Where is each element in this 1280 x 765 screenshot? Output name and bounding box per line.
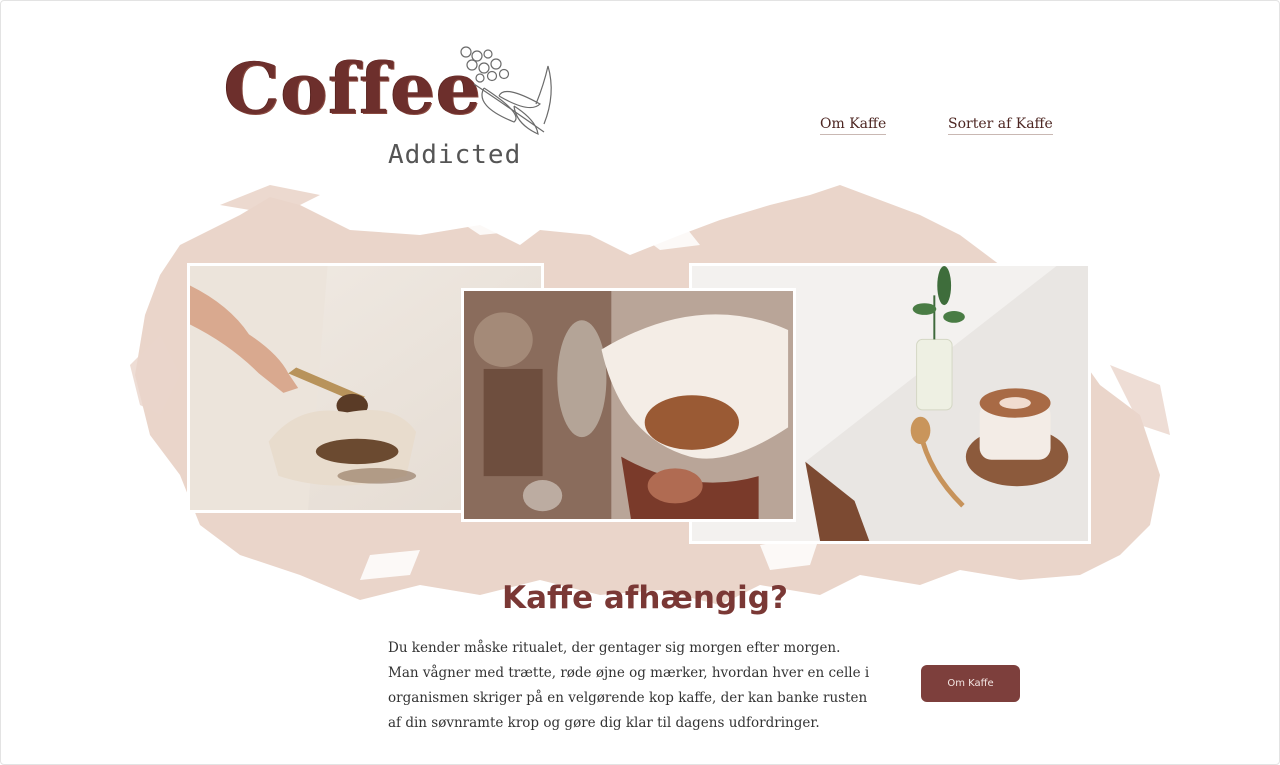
- nav-om-kaffe[interactable]: Om Kaffe: [820, 116, 887, 135]
- intro-paragraph: Du kender måske ritualet, der gentager s…: [388, 636, 878, 736]
- nav-sorter-af-kaffe[interactable]: Sorter af Kaffe: [948, 116, 1053, 135]
- page-title: Kaffe afhængig?: [502, 580, 788, 616]
- paragraph-line: Du kender måske ritualet, der gentager s…: [388, 640, 841, 656]
- pour-over-filter-photo: [461, 288, 796, 522]
- site-logo[interactable]: Coffee Addicted: [216, 44, 566, 174]
- logo-subtitle: Addicted: [388, 140, 522, 170]
- om-kaffe-button[interactable]: Om Kaffe: [921, 665, 1020, 702]
- paragraph-line: organismen skriger på en velgørende kop …: [388, 690, 868, 706]
- paragraph-line: Man vågner med trætte, røde øjne og mærk…: [388, 665, 870, 681]
- coffee-branch-icon: [460, 46, 552, 136]
- paragraph-line: af din søvnramte krop og gøre dig klar t…: [388, 715, 820, 731]
